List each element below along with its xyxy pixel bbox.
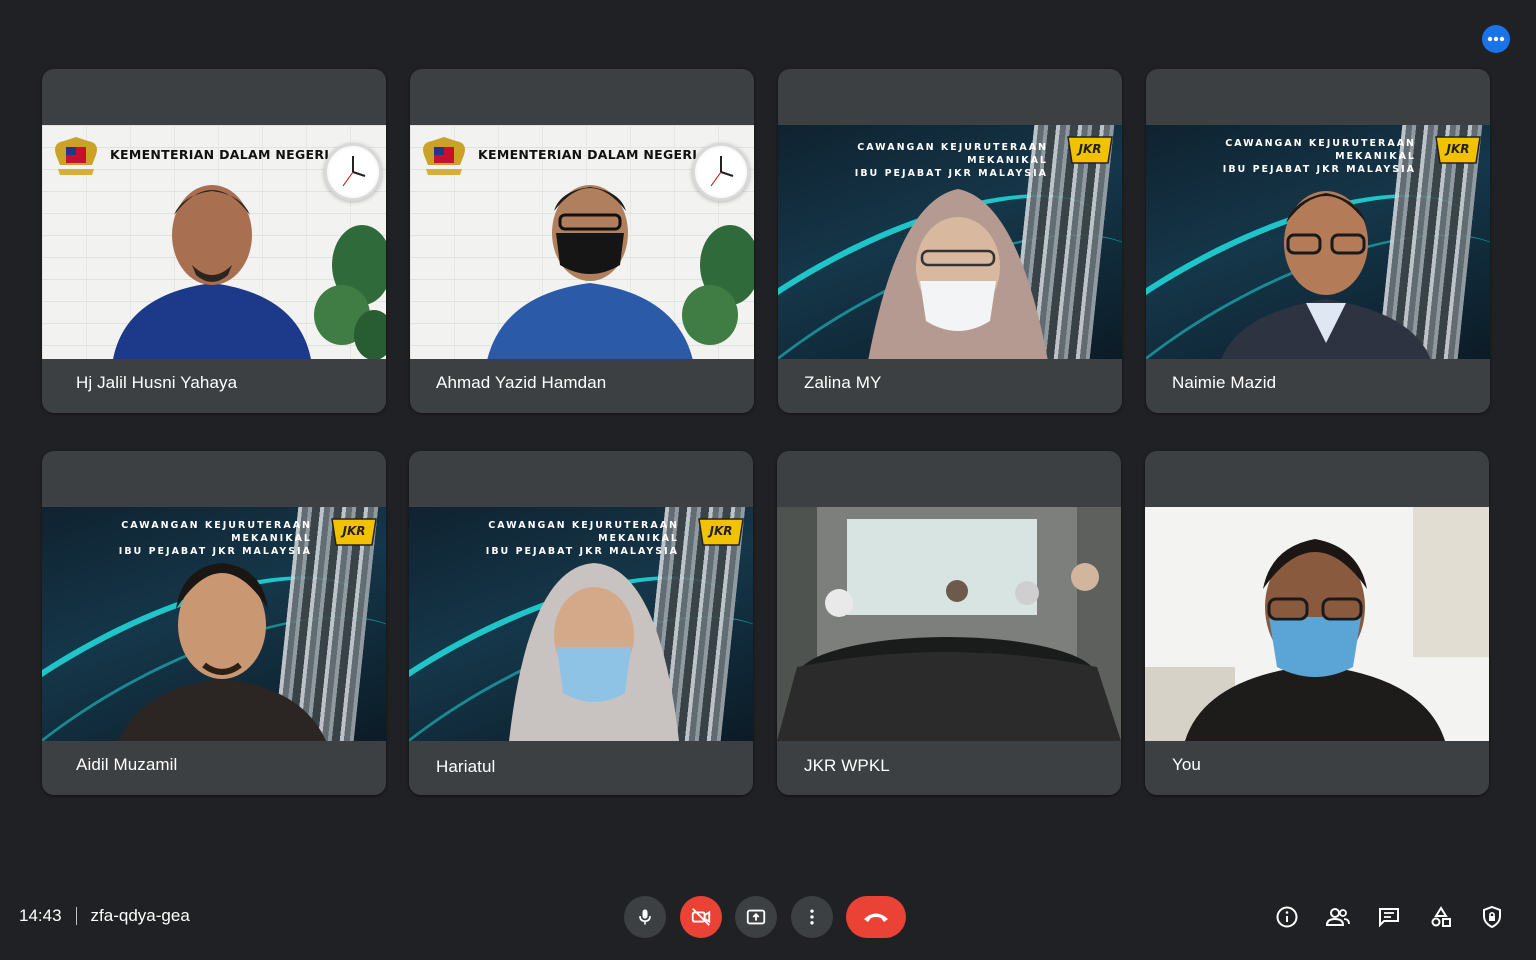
person-silhouette [868,189,1048,359]
microphone-icon [639,909,651,925]
government-crest-icon [423,137,465,175]
participant-video: CAWANGAN KEJURUTERAAN MEKANIKAL IBU PEJA… [778,125,1122,359]
wall-clock-icon [692,143,750,201]
divider [75,907,77,925]
activities-button[interactable] [1426,902,1456,932]
chat-icon [1379,908,1399,928]
jkr-logo-icon: JKR [331,518,377,546]
participant-tile[interactable]: JKR WPKL [777,451,1121,795]
jkr-logo-icon: JKR [1067,136,1113,164]
participant-name: JKR WPKL [804,756,890,775]
chat-button[interactable] [1374,902,1404,932]
camera-off-icon [691,908,711,926]
more-horiz-icon [1487,36,1505,42]
camera-toggle-button[interactable] [680,896,722,938]
participant-tile[interactable]: CAWANGAN KEJURUTERAAN MEKANIKAL IBU PEJA… [1146,69,1490,413]
participant-name: Aidil Muzamil [76,755,178,774]
participant-video: KEMENTERIAN DALAM NEGERI [410,125,754,359]
participant-tile[interactable]: CAWANGAN KEJURUTERAAN MEKANIKAL IBU PEJA… [778,69,1122,413]
end-call-icon [864,913,888,922]
meeting-code: zfa-qdya-gea [90,906,190,925]
participant-video: CAWANGAN KEJURUTERAAN MEKANIKAL IBU PEJA… [409,507,753,741]
participant-tile-self[interactable]: You [1145,451,1489,795]
meeting-time: 14:43 [19,906,62,925]
svg-text:JKR: JKR [1444,142,1469,156]
person-silhouette [487,185,693,359]
meeting-room-scene [777,507,1121,741]
participant-name: You [1172,755,1201,774]
background-title: KEMENTERIAN DALAM NEGERI [478,147,698,162]
more-options-menu-button[interactable] [791,896,833,938]
participant-video: KEMENTERIAN DALAM NEGERI [42,125,386,359]
background-title: CAWANGAN KEJURUTERAAN MEKANIKAL IBU PEJA… [1222,138,1416,175]
svg-text:JKR: JKR [707,524,732,538]
activities-icon [1431,906,1451,927]
present-screen-icon [746,909,766,925]
participant-name: Ahmad Yazid Hamdan [436,373,607,392]
meeting-details-button[interactable] [1272,902,1302,932]
background-title: CAWANGAN KEJURUTERAAN MEKANIKAL IBU PEJA… [854,142,1048,179]
participant-name: Hariatul [436,757,496,776]
background-title: KEMENTERIAN DALAM NEGERI [110,147,330,162]
participant-name: Naimie Mazid [1172,373,1277,392]
participant-video [1145,507,1489,741]
svg-text:JKR: JKR [340,524,365,538]
person-silhouette [113,185,311,359]
participant-video: CAWANGAN KEJURUTERAAN MEKANIKAL IBU PEJA… [42,507,386,741]
participant-tile[interactable]: CAWANGAN KEJURUTERAAN MEKANIKAL IBU PEJA… [42,451,386,795]
svg-text:JKR: JKR [1076,142,1101,156]
government-crest-icon [55,137,97,175]
more-vert-icon [810,909,814,925]
jkr-logo-icon: JKR [698,518,744,546]
participant-name: Hj Jalil Husni Yahaya [76,373,238,392]
host-controls-button[interactable] [1477,902,1507,932]
participant-name: Zalina MY [804,373,882,392]
participant-tile[interactable]: CAWANGAN KEJURUTERAAN MEKANIKAL IBU PEJA… [409,451,753,795]
participant-video [777,507,1121,741]
present-screen-button[interactable] [735,896,777,938]
background-title: CAWANGAN KEJURUTERAAN MEKANIKAL IBU PEJA… [485,520,679,557]
host-controls-icon [1483,905,1501,929]
participant-video: CAWANGAN KEJURUTERAAN MEKANIKAL IBU PEJA… [1146,125,1490,359]
plant-leaves [314,225,386,359]
microphone-button[interactable] [624,896,666,938]
people-icon [1325,908,1350,926]
participant-tile[interactable]: KEMENTERIAN DALAM NEGERI Hj Jalil Husni … [42,69,386,413]
person-silhouette [509,563,679,741]
participant-tile[interactable]: KEMENTERIAN DALAM NEGERI Ahmad Yazid Ham… [410,69,754,413]
jkr-logo-icon: JKR [1435,136,1481,164]
info-icon [1276,906,1298,928]
end-call-button[interactable] [846,896,906,938]
meeting-info: 14:43 zfa-qdya-gea [19,906,190,926]
person-silhouette [118,563,326,741]
wall-clock-icon [324,143,382,201]
person-silhouette [1221,191,1431,359]
more-options-button[interactable] [1482,25,1510,53]
office-scene [1145,507,1489,741]
people-button[interactable] [1323,902,1353,932]
